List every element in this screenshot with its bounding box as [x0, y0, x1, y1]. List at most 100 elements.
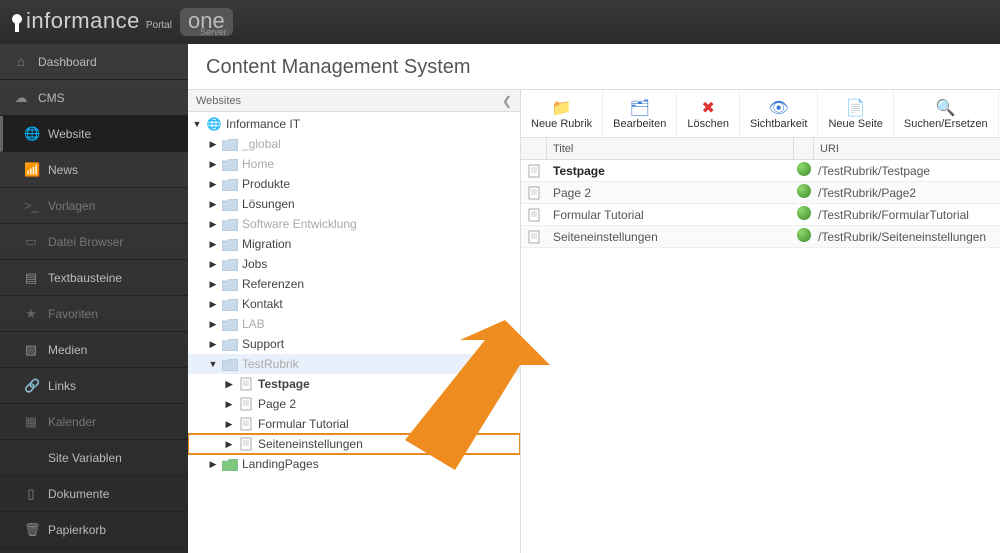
- tree-header: Websites ❮: [188, 90, 520, 112]
- tree-node-label: Produkte: [242, 177, 290, 191]
- sidebar-item-kalender[interactable]: ▦Kalender: [0, 404, 188, 440]
- caret-icon: ▶: [208, 179, 218, 190]
- folder-icon: [222, 157, 238, 171]
- sidebar-item-label: Textbausteine: [48, 271, 122, 285]
- sidebar-item-medien[interactable]: ▧Medien: [0, 332, 188, 368]
- tree-node-label: Referenzen: [242, 277, 304, 291]
- book-icon: ▭: [24, 234, 38, 250]
- sidebar-item-news[interactable]: 📶 News: [0, 152, 188, 188]
- sidebar-item-label: News: [48, 163, 78, 177]
- tree-node-kontakt[interactable]: ▶Kontakt: [188, 294, 520, 314]
- page-icon: [521, 207, 547, 222]
- sidebar-item-vorlagen[interactable]: >_Vorlagen: [0, 188, 188, 224]
- tree-node-label: Migration: [242, 237, 291, 251]
- status-icon: [794, 162, 814, 179]
- tree-node-home[interactable]: ▶Home: [188, 154, 520, 174]
- caret-icon: ▶: [208, 339, 218, 350]
- brand-name: informance: [26, 8, 140, 34]
- tree-node-produkte[interactable]: ▶ Produkte: [188, 174, 520, 194]
- tree-node-lab[interactable]: ▶LAB: [188, 314, 520, 334]
- row-title: Seiteneinstellungen: [547, 230, 794, 244]
- brand-logo: informance Portal one Server: [12, 8, 233, 36]
- visibility-icon: 👁: [768, 98, 790, 118]
- folder-icon: [222, 457, 238, 471]
- page-icon: [238, 377, 254, 392]
- sidebar-item-site-variablen[interactable]: Site Variablen: [0, 440, 188, 476]
- tree-node-referenzen[interactable]: ▶ Referenzen: [188, 274, 520, 294]
- star-icon: ★: [24, 306, 38, 322]
- caret-icon: ▶: [208, 299, 218, 310]
- toolbar-delete-button[interactable]: ✖Löschen: [677, 90, 740, 137]
- sidebar-item-links[interactable]: 🔗Links: [0, 368, 188, 404]
- caret-icon: ▶: [208, 219, 218, 230]
- status-icon: [794, 184, 814, 201]
- sidebar-item-papierkorb[interactable]: 🗑Papierkorb: [0, 512, 188, 548]
- toolbar-new-folder-button[interactable]: 📁Neue Rubrik: [521, 90, 603, 137]
- tree-node-migration[interactable]: ▶ Migration: [188, 234, 520, 254]
- list-pane: 📁Neue Rubrik🗂Bearbeiten✖Löschen👁Sichtbar…: [521, 90, 1000, 553]
- grid-row[interactable]: Testpage/TestRubrik/Testpage: [521, 160, 1000, 182]
- sidebar-item-dokumente[interactable]: ▯Dokumente: [0, 476, 188, 512]
- folder-icon: [222, 297, 238, 311]
- folder-icon: [222, 257, 238, 271]
- caret-icon: ▶: [208, 319, 218, 330]
- sidebar-item-textbausteine[interactable]: ▤ Textbausteine: [0, 260, 188, 296]
- sidebar-item-dashboard[interactable]: ⌂Dashboard: [0, 44, 188, 80]
- sidebar-item-cms[interactable]: ☁CMS: [0, 80, 188, 116]
- sidebar-item-label: Website: [48, 127, 91, 141]
- tree-node-label: Home: [242, 157, 274, 171]
- page-icon: [238, 417, 254, 432]
- status-icon: [794, 228, 814, 245]
- sidebar-item-website[interactable]: 🌐Website: [0, 116, 188, 152]
- tree-node-testrubrik[interactable]: ▼TestRubrik: [188, 354, 520, 374]
- grid-row[interactable]: Page 2/TestRubrik/Page2: [521, 182, 1000, 204]
- grid-row[interactable]: Seiteneinstellungen/TestRubrik/Seitenein…: [521, 226, 1000, 248]
- tree-node-landingpages[interactable]: ▶ LandingPages: [188, 454, 520, 474]
- toolbar-search-replace-button[interactable]: 🔍Suchen/Ersetzen: [894, 90, 999, 137]
- status-icon: [794, 206, 814, 223]
- row-uri: /TestRubrik/FormularTutorial: [814, 208, 1000, 222]
- folder-icon: [222, 217, 238, 231]
- caret-icon: ▶: [208, 239, 218, 250]
- tree-node-jobs[interactable]: ▶Jobs: [188, 254, 520, 274]
- tree-node-label: Software Entwicklung: [242, 217, 357, 231]
- row-title: Testpage: [547, 164, 794, 178]
- sidebar-item-datei-browser[interactable]: ▭Datei Browser: [0, 224, 188, 260]
- tree-node-label: _global: [242, 137, 281, 151]
- cal-icon: ▦: [24, 414, 38, 430]
- toolbar-visibility-button[interactable]: 👁Sichtbarkeit: [740, 90, 818, 137]
- grid-header: Titel URI: [521, 138, 1000, 160]
- tree-node-support[interactable]: ▶Support: [188, 334, 520, 354]
- grid-header-title[interactable]: Titel: [547, 138, 794, 159]
- tree-node-label: LandingPages: [242, 457, 319, 471]
- caret-icon: ▶: [208, 279, 218, 290]
- tree-node-label: Page 2: [258, 397, 296, 411]
- tree-node-_global[interactable]: ▶_global: [188, 134, 520, 154]
- grid-row[interactable]: Formular Tutorial/TestRubrik/FormularTut…: [521, 204, 1000, 226]
- text-icon: ▤: [24, 270, 38, 286]
- toolbar-edit-button[interactable]: 🗂Bearbeiten: [603, 90, 677, 137]
- caret-icon: ▶: [208, 459, 218, 470]
- grid-header-uri[interactable]: URI: [814, 138, 1000, 159]
- code-icon: >_: [24, 198, 38, 213]
- tree-node-seiteneinstellungen[interactable]: ▶Seiteneinstellungen: [188, 434, 520, 454]
- row-uri: /TestRubrik/Seiteneinstellungen: [814, 230, 1000, 244]
- tree-node-formular-tutorial[interactable]: ▶Formular Tutorial: [188, 414, 520, 434]
- tree-root[interactable]: ▼ 🌐 Informance IT: [188, 114, 520, 134]
- rss-icon: 📶: [24, 162, 38, 178]
- main-panel: Content Management System Websites ❮ ▼ 🌐…: [188, 44, 1000, 553]
- collapse-tree-button[interactable]: ❮: [502, 94, 512, 108]
- page-icon: [521, 163, 547, 178]
- sidebar-item-label: Favoriten: [48, 307, 98, 321]
- caret-icon: ▼: [208, 359, 218, 369]
- row-uri: /TestRubrik/Page2: [814, 186, 1000, 200]
- sidebar-item-favoriten[interactable]: ★ Favoriten: [0, 296, 188, 332]
- tree-node-testpage[interactable]: ▶Testpage: [188, 374, 520, 394]
- caret-icon: ▶: [208, 199, 218, 210]
- tree-header-label: Websites: [196, 95, 241, 107]
- tree-node-software-entwicklung[interactable]: ▶ Software Entwicklung: [188, 214, 520, 234]
- tree-node-page-2[interactable]: ▶Page 2: [188, 394, 520, 414]
- toolbar-new-page-button[interactable]: 📄Neue Seite: [818, 90, 893, 137]
- tree-node-lösungen[interactable]: ▶Lösungen: [188, 194, 520, 214]
- folder-icon: [222, 357, 238, 371]
